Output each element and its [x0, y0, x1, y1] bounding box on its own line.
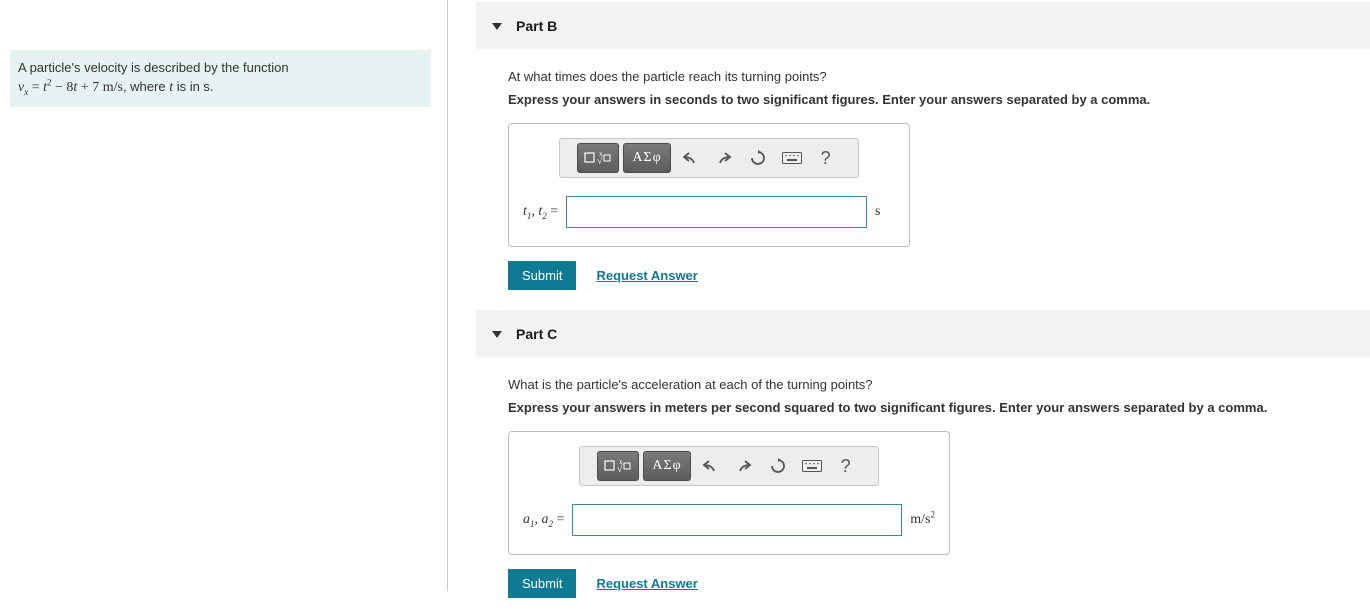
reset-icon: [750, 150, 766, 166]
part-b-input-row: t1, t2 = s: [521, 196, 897, 228]
greek-button[interactable]: ΑΣφ: [623, 143, 670, 173]
help-button[interactable]: ?: [831, 451, 861, 481]
part-b-toolbar: x√ ΑΣφ: [559, 138, 859, 178]
part-b: Part B At what times does the particle r…: [476, 2, 1370, 302]
part-c-input-row: a1, a2 = m/s2: [521, 504, 937, 536]
keyboard-button[interactable]: [777, 143, 807, 173]
undo-button[interactable]: [675, 143, 705, 173]
part-b-submit-button[interactable]: Submit: [508, 261, 576, 290]
part-c-answer-input[interactable]: [572, 504, 902, 536]
part-c-unit: m/s2: [910, 512, 935, 528]
part-b-answer-input[interactable]: [566, 196, 867, 228]
problem-column: A particle's velocity is described by th…: [0, 0, 448, 591]
part-b-unit: s: [875, 204, 895, 220]
part-c-question: What is the particle's acceleration at e…: [508, 377, 1338, 392]
part-c-title: Part C: [516, 326, 557, 342]
page-layout: A particle's velocity is described by th…: [0, 0, 1370, 591]
templates-button[interactable]: x√: [597, 451, 639, 481]
problem-statement: A particle's velocity is described by th…: [10, 50, 431, 107]
help-button[interactable]: ?: [811, 143, 841, 173]
keyboard-icon: [802, 460, 822, 472]
part-b-answer-frame: x√ ΑΣφ: [508, 123, 910, 247]
part-c-header[interactable]: Part C: [476, 310, 1370, 357]
templates-icon: x√: [584, 150, 612, 166]
part-c-actions: Submit Request Answer: [508, 569, 1338, 598]
caret-down-icon: [492, 23, 502, 30]
part-b-title: Part B: [516, 18, 557, 34]
parts-column: Part B At what times does the particle r…: [448, 0, 1370, 591]
greek-button[interactable]: ΑΣφ: [643, 451, 690, 481]
part-b-question: At what times does the particle reach it…: [508, 69, 1338, 84]
redo-button[interactable]: [729, 451, 759, 481]
svg-text:√: √: [597, 156, 603, 166]
undo-icon: [682, 151, 698, 165]
caret-down-icon: [492, 331, 502, 338]
part-c-answer-frame: x√ ΑΣφ: [508, 431, 950, 555]
reset-button[interactable]: [743, 143, 773, 173]
svg-text:√: √: [617, 464, 623, 474]
part-c-request-answer-link[interactable]: Request Answer: [596, 576, 697, 591]
redo-icon: [716, 151, 732, 165]
part-c-var-label: a1, a2 =: [523, 512, 564, 528]
part-b-var-label: t1, t2 =: [523, 204, 558, 220]
part-b-body: At what times does the particle reach it…: [476, 49, 1370, 302]
part-c-instruction: Express your answers in meters per secon…: [508, 400, 1338, 415]
part-b-header[interactable]: Part B: [476, 2, 1370, 49]
problem-line1: A particle's velocity is described by th…: [18, 60, 289, 75]
reset-icon: [770, 458, 786, 474]
templates-icon: x√: [604, 458, 632, 474]
part-b-actions: Submit Request Answer: [508, 261, 1338, 290]
keyboard-button[interactable]: [797, 451, 827, 481]
redo-button[interactable]: [709, 143, 739, 173]
keyboard-icon: [782, 152, 802, 164]
part-b-request-answer-link[interactable]: Request Answer: [596, 268, 697, 283]
part-c: Part C What is the particle's accelerati…: [476, 310, 1370, 610]
part-c-frame-wrap: x√ ΑΣφ: [508, 431, 1338, 555]
undo-button[interactable]: [695, 451, 725, 481]
part-c-body: What is the particle's acceleration at e…: [476, 357, 1370, 610]
reset-button[interactable]: [763, 451, 793, 481]
undo-icon: [702, 459, 718, 473]
redo-icon: [736, 459, 752, 473]
part-c-submit-button[interactable]: Submit: [508, 569, 576, 598]
problem-expression: vx = t2 − 8t + 7 m/s: [18, 80, 123, 95]
part-b-instruction: Express your answers in seconds to two s…: [508, 92, 1338, 107]
templates-button[interactable]: x√: [577, 143, 619, 173]
part-c-toolbar: x√ ΑΣφ: [579, 446, 879, 486]
